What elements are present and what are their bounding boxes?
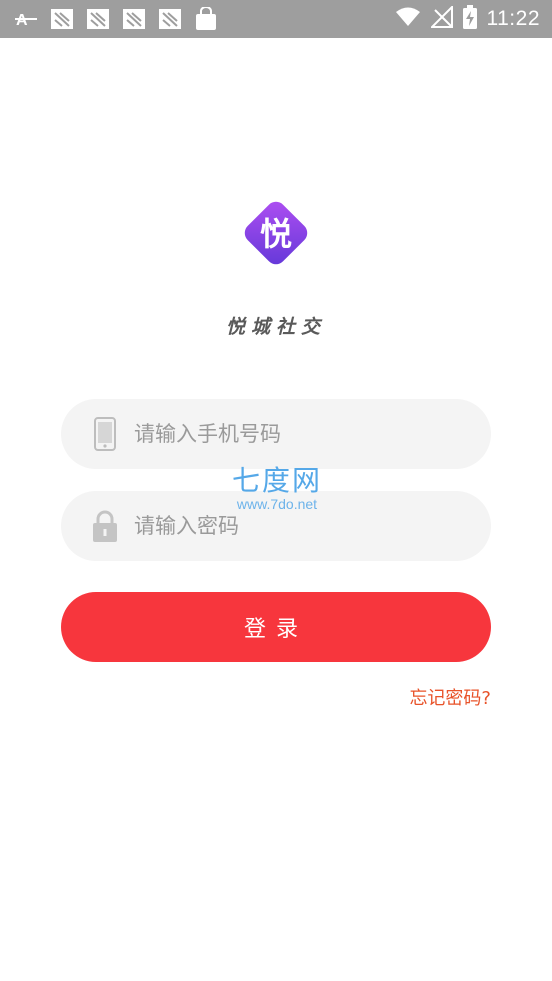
phone-field[interactable]	[61, 399, 491, 469]
notification-icon	[122, 8, 146, 30]
lock-icon	[90, 508, 120, 544]
notification-icon	[50, 8, 74, 30]
status-bar: A 11:22	[0, 0, 552, 38]
password-input[interactable]	[132, 505, 456, 547]
status-time: 11:22	[486, 7, 540, 30]
forgot-password-link[interactable]: 忘记密码?	[409, 684, 491, 710]
wifi-icon	[395, 7, 421, 31]
login-button[interactable]: 登录	[61, 592, 491, 662]
no-signal-icon	[429, 4, 453, 32]
phone-input[interactable]	[132, 413, 456, 455]
battery-charging-icon	[462, 5, 477, 33]
notification-icon	[158, 8, 182, 30]
shopping-bag-icon	[194, 7, 218, 30]
app-logo: 悦	[236, 193, 316, 273]
app-name: 悦城社交	[225, 316, 326, 338]
logo-char: 悦	[260, 215, 292, 253]
password-field[interactable]	[61, 491, 491, 561]
phone-icon	[90, 416, 120, 452]
notification-icon	[86, 8, 110, 30]
font-a-icon: A	[14, 8, 38, 30]
